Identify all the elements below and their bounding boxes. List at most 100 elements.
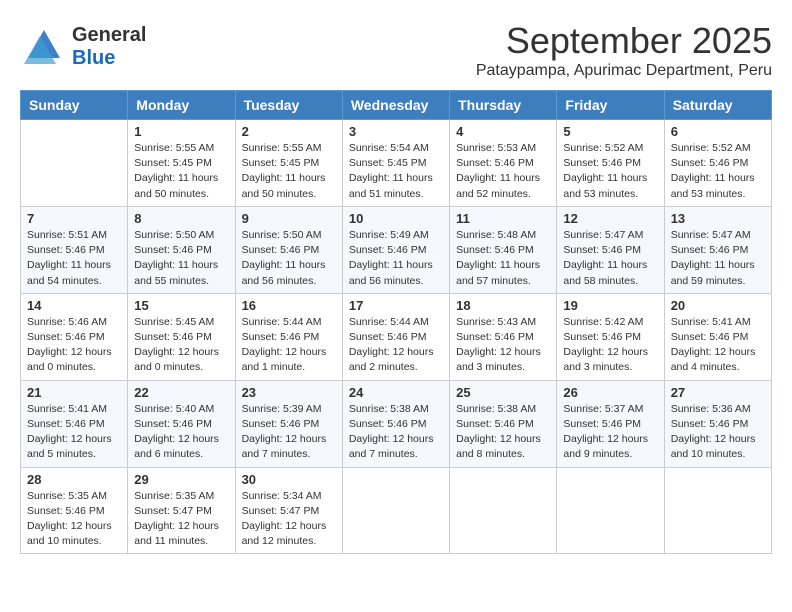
day-info: Sunrise: 5:38 AM Sunset: 5:46 PM Dayligh… — [349, 402, 443, 463]
day-number: 23 — [242, 385, 336, 400]
day-info: Sunrise: 5:40 AM Sunset: 5:46 PM Dayligh… — [134, 402, 228, 463]
day-number: 24 — [349, 385, 443, 400]
title-area: September 2025 Pataypampa, Apurimac Depa… — [476, 20, 772, 80]
calendar-cell: 29 Sunrise: 5:35 AM Sunset: 5:47 PM Dayli… — [128, 467, 235, 554]
calendar-cell: 20 Sunrise: 5:41 AM Sunset: 5:46 PM Dayli… — [664, 293, 771, 380]
calendar-header-tuesday: Tuesday — [235, 91, 342, 120]
day-info: Sunrise: 5:55 AM Sunset: 5:45 PM Dayligh… — [242, 141, 336, 202]
day-info: Sunrise: 5:41 AM Sunset: 5:46 PM Dayligh… — [671, 315, 765, 376]
day-info: Sunrise: 5:34 AM Sunset: 5:47 PM Dayligh… — [242, 489, 336, 550]
calendar-cell: 11 Sunrise: 5:48 AM Sunset: 5:46 PM Dayli… — [450, 206, 557, 293]
day-info: Sunrise: 5:35 AM Sunset: 5:46 PM Dayligh… — [27, 489, 121, 550]
day-number: 29 — [134, 472, 228, 487]
calendar-cell: 9Sunrise: 5:50 AM Sunset: 5:46 PM Daylig… — [235, 206, 342, 293]
day-info: Sunrise: 5:54 AM Sunset: 5:45 PM Dayligh… — [349, 141, 443, 202]
calendar-header-saturday: Saturday — [664, 91, 771, 120]
calendar-cell: 28 Sunrise: 5:35 AM Sunset: 5:46 PM Dayli… — [21, 467, 128, 554]
day-number: 15 — [134, 298, 228, 313]
calendar-cell: 1 Sunrise: 5:55 AM Sunset: 5:45 PM Daylig… — [128, 120, 235, 207]
day-info: Sunrise: 5:39 AM Sunset: 5:46 PM Dayligh… — [242, 402, 336, 463]
logo: General Blue — [20, 20, 146, 73]
day-number: 12 — [563, 211, 657, 226]
day-number: 30 — [242, 472, 336, 487]
calendar-cell: 6Sunrise: 5:52 AM Sunset: 5:46 PM Daylig… — [664, 120, 771, 207]
day-info: Sunrise: 5:52 AM Sunset: 5:46 PM Dayligh… — [563, 141, 657, 202]
day-info: Sunrise: 5:42 AM Sunset: 5:46 PM Dayligh… — [563, 315, 657, 376]
day-number: 1 — [134, 124, 228, 139]
calendar-cell: 21 Sunrise: 5:41 AM Sunset: 5:46 PM Dayli… — [21, 380, 128, 467]
logo-icon — [20, 20, 68, 73]
page-header: General Blue September 2025 Pataypampa, … — [20, 20, 772, 80]
day-info: Sunrise: 5:36 AM Sunset: 5:46 PM Dayligh… — [671, 402, 765, 463]
day-info: Sunrise: 5:44 AM Sunset: 5:46 PM Dayligh… — [242, 315, 336, 376]
calendar-cell: 13 Sunrise: 5:47 AM Sunset: 5:46 PM Dayli… — [664, 206, 771, 293]
calendar-cell: 7 Sunrise: 5:51 AM Sunset: 5:46 PM Daylig… — [21, 206, 128, 293]
day-info: Sunrise: 5:48 AM Sunset: 5:46 PM Dayligh… — [456, 228, 550, 289]
logo-blue-text: Blue — [72, 47, 115, 70]
day-info: Sunrise: 5:35 AM Sunset: 5:47 PM Dayligh… — [134, 489, 228, 550]
day-info: Sunrise: 5:50 AM Sunset: 5:46 PM Dayligh… — [134, 228, 228, 289]
calendar-cell: 16 Sunrise: 5:44 AM Sunset: 5:46 PM Dayli… — [235, 293, 342, 380]
day-number: 3 — [349, 124, 443, 139]
calendar-cell: 5Sunrise: 5:52 AM Sunset: 5:46 PM Daylig… — [557, 120, 664, 207]
calendar-cell: 30 Sunrise: 5:34 AM Sunset: 5:47 PM Dayli… — [235, 467, 342, 554]
day-number: 26 — [563, 385, 657, 400]
calendar-week-row: 7 Sunrise: 5:51 AM Sunset: 5:46 PM Daylig… — [21, 206, 772, 293]
calendar-cell: 27 Sunrise: 5:36 AM Sunset: 5:46 PM Dayli… — [664, 380, 771, 467]
day-number: 4 — [456, 124, 550, 139]
calendar-cell: 2 Sunrise: 5:55 AM Sunset: 5:45 PM Daylig… — [235, 120, 342, 207]
day-info: Sunrise: 5:47 AM Sunset: 5:46 PM Dayligh… — [563, 228, 657, 289]
calendar-header-monday: Monday — [128, 91, 235, 120]
day-number: 13 — [671, 211, 765, 226]
calendar-header-thursday: Thursday — [450, 91, 557, 120]
calendar-header-row: SundayMondayTuesdayWednesdayThursdayFrid… — [21, 91, 772, 120]
calendar-header-friday: Friday — [557, 91, 664, 120]
day-info: Sunrise: 5:52 AM Sunset: 5:46 PM Dayligh… — [671, 141, 765, 202]
calendar-cell: 14Sunrise: 5:46 AM Sunset: 5:46 PM Dayli… — [21, 293, 128, 380]
calendar-week-row: 28 Sunrise: 5:35 AM Sunset: 5:46 PM Dayli… — [21, 467, 772, 554]
calendar-cell — [450, 467, 557, 554]
day-number: 20 — [671, 298, 765, 313]
day-info: Sunrise: 5:51 AM Sunset: 5:46 PM Dayligh… — [27, 228, 121, 289]
day-info: Sunrise: 5:49 AM Sunset: 5:46 PM Dayligh… — [349, 228, 443, 289]
day-info: Sunrise: 5:46 AM Sunset: 5:46 PM Dayligh… — [27, 315, 121, 376]
day-number: 9 — [242, 211, 336, 226]
day-number: 27 — [671, 385, 765, 400]
logo-text: General Blue — [72, 24, 146, 70]
day-info: Sunrise: 5:45 AM Sunset: 5:46 PM Dayligh… — [134, 315, 228, 376]
calendar-cell: 22 Sunrise: 5:40 AM Sunset: 5:46 PM Dayli… — [128, 380, 235, 467]
calendar-cell: 15 Sunrise: 5:45 AM Sunset: 5:46 PM Dayli… — [128, 293, 235, 380]
day-number: 28 — [27, 472, 121, 487]
calendar-cell: 18Sunrise: 5:43 AM Sunset: 5:46 PM Dayli… — [450, 293, 557, 380]
calendar-header-sunday: Sunday — [21, 91, 128, 120]
calendar-cell: 3 Sunrise: 5:54 AM Sunset: 5:45 PM Daylig… — [342, 120, 449, 207]
day-number: 16 — [242, 298, 336, 313]
day-info: Sunrise: 5:37 AM Sunset: 5:46 PM Dayligh… — [563, 402, 657, 463]
calendar-header-wednesday: Wednesday — [342, 91, 449, 120]
day-info: Sunrise: 5:43 AM Sunset: 5:46 PM Dayligh… — [456, 315, 550, 376]
day-number: 21 — [27, 385, 121, 400]
calendar-cell: 19 Sunrise: 5:42 AM Sunset: 5:46 PM Dayli… — [557, 293, 664, 380]
calendar-week-row: 1 Sunrise: 5:55 AM Sunset: 5:45 PM Daylig… — [21, 120, 772, 207]
location-subtitle: Pataypampa, Apurimac Department, Peru — [476, 62, 772, 80]
calendar-cell — [21, 120, 128, 207]
calendar-body: 1 Sunrise: 5:55 AM Sunset: 5:45 PM Daylig… — [21, 120, 772, 554]
day-number: 2 — [242, 124, 336, 139]
day-number: 19 — [563, 298, 657, 313]
day-number: 22 — [134, 385, 228, 400]
calendar-cell — [342, 467, 449, 554]
calendar-cell: 12 Sunrise: 5:47 AM Sunset: 5:46 PM Dayli… — [557, 206, 664, 293]
logo-general-text: General — [72, 24, 146, 47]
day-number: 8 — [134, 211, 228, 226]
day-info: Sunrise: 5:41 AM Sunset: 5:46 PM Dayligh… — [27, 402, 121, 463]
day-number: 17 — [349, 298, 443, 313]
calendar-cell: 10Sunrise: 5:49 AM Sunset: 5:46 PM Dayli… — [342, 206, 449, 293]
day-number: 11 — [456, 211, 550, 226]
calendar-cell — [664, 467, 771, 554]
calendar-cell: 17Sunrise: 5:44 AM Sunset: 5:46 PM Dayli… — [342, 293, 449, 380]
day-number: 7 — [27, 211, 121, 226]
day-info: Sunrise: 5:47 AM Sunset: 5:46 PM Dayligh… — [671, 228, 765, 289]
calendar-week-row: 21 Sunrise: 5:41 AM Sunset: 5:46 PM Dayli… — [21, 380, 772, 467]
day-info: Sunrise: 5:55 AM Sunset: 5:45 PM Dayligh… — [134, 141, 228, 202]
day-info: Sunrise: 5:53 AM Sunset: 5:46 PM Dayligh… — [456, 141, 550, 202]
